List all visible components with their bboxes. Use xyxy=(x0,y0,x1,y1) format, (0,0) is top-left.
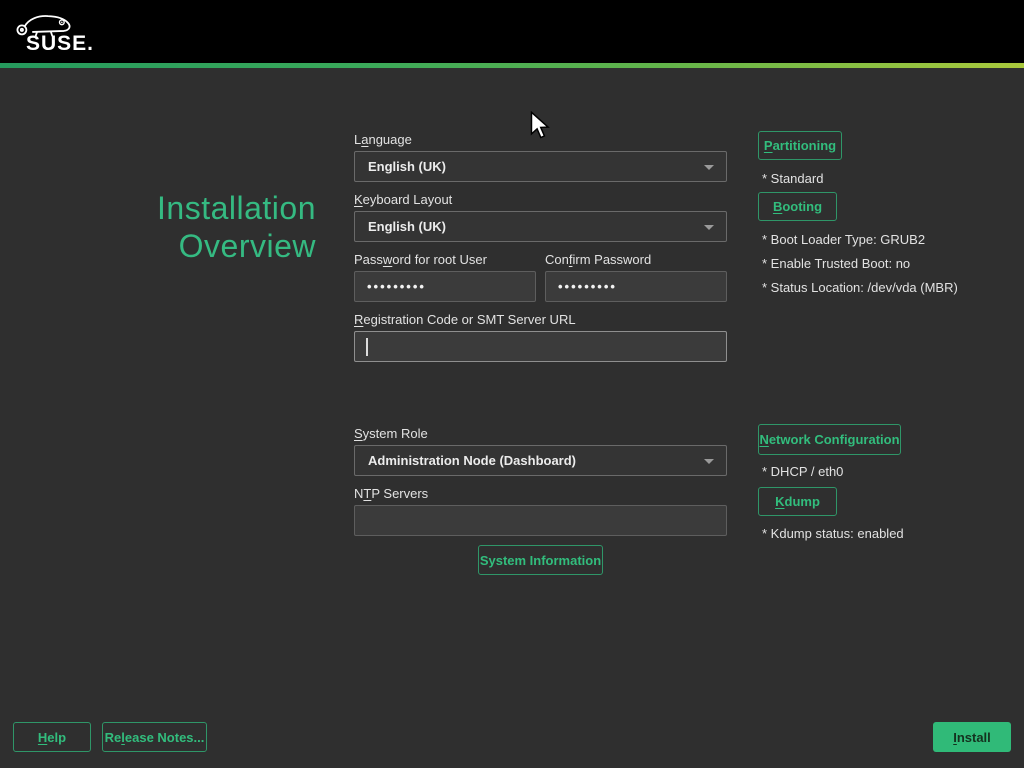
language-value: English (UK) xyxy=(368,159,446,174)
language-select[interactable]: English (UK) xyxy=(354,151,727,182)
page-title-line1: Installation xyxy=(0,189,316,227)
top-bar: SUSE. xyxy=(0,0,1024,63)
ntp-servers-field[interactable] xyxy=(354,505,727,536)
chevron-down-icon xyxy=(704,459,714,464)
kdump-button[interactable]: Kdump xyxy=(758,487,837,516)
mouse-cursor xyxy=(529,111,550,139)
booting-status-line: * Boot Loader Type: GRUB2 xyxy=(762,232,925,247)
network-configuration-button[interactable]: Network Configuration xyxy=(758,424,901,455)
suse-logo-text: SUSE. xyxy=(26,32,94,56)
booting-status-line: * Enable Trusted Boot: no xyxy=(762,256,910,271)
booting-button[interactable]: Booting xyxy=(758,192,837,221)
help-button[interactable]: Help xyxy=(13,722,91,752)
partitioning-button[interactable]: Partitioning xyxy=(758,131,842,160)
kdump-status: * Kdump status: enabled xyxy=(762,526,904,541)
brand-gradient-divider xyxy=(0,63,1024,68)
suse-logo: SUSE. xyxy=(13,6,103,58)
confirm-password-value: ••••••••• xyxy=(558,279,617,294)
text-caret xyxy=(366,338,368,356)
partitioning-status: * Standard xyxy=(762,171,823,186)
language-label: Language xyxy=(354,132,412,147)
network-status: * DHCP / eth0 xyxy=(762,464,843,479)
keyboard-layout-label: Keyboard Layout xyxy=(354,192,452,207)
root-password-label: Password for root User xyxy=(354,252,487,267)
system-information-button[interactable]: System Information xyxy=(478,545,603,575)
registration-code-field[interactable] xyxy=(354,331,727,362)
keyboard-layout-value: English (UK) xyxy=(368,219,446,234)
root-password-field[interactable]: ••••••••• xyxy=(354,271,536,302)
confirm-password-field[interactable]: ••••••••• xyxy=(545,271,727,302)
chevron-down-icon xyxy=(704,165,714,170)
root-password-value: ••••••••• xyxy=(367,279,426,294)
page-title-line2: Overview xyxy=(0,227,316,265)
install-button[interactable]: Install xyxy=(933,722,1011,752)
booting-status-line: * Status Location: /dev/vda (MBR) xyxy=(762,280,958,295)
release-notes-button[interactable]: Release Notes... xyxy=(102,722,207,752)
page-title: Installation Overview xyxy=(0,189,316,265)
system-role-label: System Role xyxy=(354,426,428,441)
system-role-select[interactable]: Administration Node (Dashboard) xyxy=(354,445,727,476)
confirm-password-label: Confirm Password xyxy=(545,252,651,267)
registration-code-label: Registration Code or SMT Server URL xyxy=(354,312,576,327)
system-role-value: Administration Node (Dashboard) xyxy=(368,453,576,468)
ntp-servers-label: NTP Servers xyxy=(354,486,428,501)
chevron-down-icon xyxy=(704,225,714,230)
installer-window: SUSE. Installation Overview Language Eng… xyxy=(0,0,1024,768)
keyboard-layout-select[interactable]: English (UK) xyxy=(354,211,727,242)
